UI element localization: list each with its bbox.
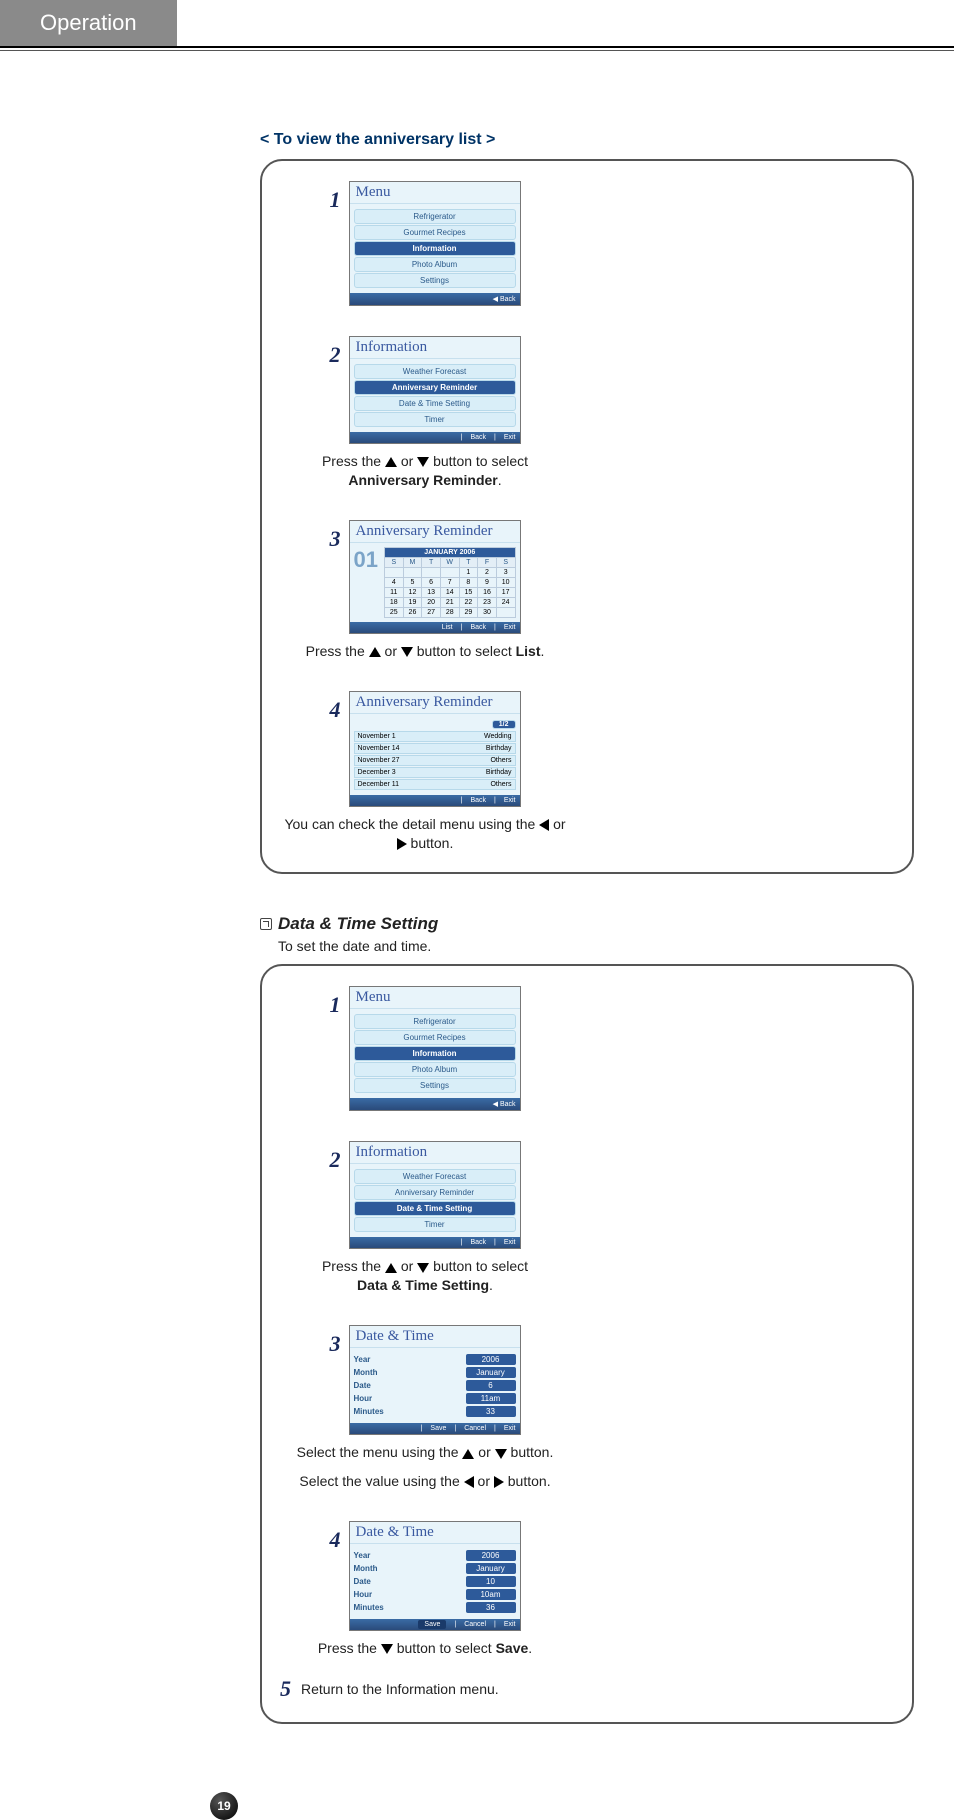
calendar-table: JANUARY 2006 SMTWTFS 123 45678910 111213… xyxy=(384,547,516,618)
section-bullet-icon xyxy=(260,918,272,930)
up-arrow-icon xyxy=(369,647,381,657)
step-number: 4 xyxy=(330,1527,341,1553)
step-number: 5 xyxy=(280,1676,291,1702)
screen-anniversary-list: Anniversary Reminder 1/2 November 1Weddi… xyxy=(349,691,521,807)
screen-title: Anniversary Reminder xyxy=(350,692,520,714)
screen-footer: List|Back|Exit xyxy=(350,622,520,633)
screen-title: Anniversary Reminder xyxy=(350,521,520,543)
screen-title: Information xyxy=(350,1142,520,1164)
page-number-badge: 19 xyxy=(210,1792,238,1820)
menu-item: Photo Album xyxy=(354,1062,516,1077)
screen-information: Information Weather Forecast Anniversary… xyxy=(349,336,521,444)
menu-item: Weather Forecast xyxy=(354,1169,516,1184)
right-arrow-icon xyxy=(494,1476,504,1488)
section2-desc: To set the date and time. xyxy=(278,938,914,954)
menu-item-highlighted: Information xyxy=(354,241,516,256)
menu-item: Gourmet Recipes xyxy=(354,1030,516,1045)
step-cell-2: 2 Information Weather Forecast Anniversa… xyxy=(280,1141,570,1295)
step-cell-1: 1 Menu Refrigerator Gourmet Recipes Info… xyxy=(280,181,570,306)
down-arrow-icon xyxy=(495,1449,507,1459)
menu-item-highlighted: Date & Time Setting xyxy=(354,1201,516,1216)
screen-footer: Save|Cancel|Exit xyxy=(350,1619,520,1630)
section2-heading: Data & Time Setting xyxy=(278,914,438,934)
screen-footer: |Back|Exit xyxy=(350,795,520,806)
screen-title: Menu xyxy=(350,987,520,1009)
screen-title: Date & Time xyxy=(350,1326,520,1348)
header-tab: Operation xyxy=(0,0,177,46)
step-caption: Press the button to select Save. xyxy=(318,1639,532,1658)
screen-footer: ◀ Back xyxy=(350,293,520,305)
menu-item: Timer xyxy=(354,412,516,427)
step-number: 3 xyxy=(330,1331,341,1357)
screen-footer: |Save|Cancel|Exit xyxy=(350,1423,520,1434)
step-number: 1 xyxy=(330,992,341,1018)
menu-item: Weather Forecast xyxy=(354,364,516,379)
step-number: 2 xyxy=(330,342,341,368)
menu-item: Gourmet Recipes xyxy=(354,225,516,240)
step-number: 4 xyxy=(330,697,341,723)
right-arrow-icon xyxy=(397,838,407,850)
screen-footer: |Back|Exit xyxy=(350,1237,520,1248)
screen-footer: |Back|Exit xyxy=(350,432,520,443)
step-number: 2 xyxy=(330,1147,341,1173)
screen-title: Menu xyxy=(350,182,520,204)
calendar-day-big: 01 xyxy=(354,547,382,618)
step-cell-3: 3 Anniversary Reminder 01 JANUARY 2006 S… xyxy=(280,520,570,661)
pager-badge: 1/2 xyxy=(492,720,516,729)
step-caption: Press the or button to select List. xyxy=(306,642,545,661)
menu-item-highlighted: Anniversary Reminder xyxy=(354,380,516,395)
up-arrow-icon xyxy=(385,1263,397,1273)
down-arrow-icon xyxy=(381,1644,393,1654)
section1-box: 1 Menu Refrigerator Gourmet Recipes Info… xyxy=(260,159,914,874)
screen-datetime: Date & Time Year2006 MonthJanuary Date6 … xyxy=(349,1325,521,1435)
step-caption: You can check the detail menu using the … xyxy=(280,815,570,853)
step-caption: Select the menu using the or button. xyxy=(297,1443,554,1462)
event-list: November 1Wedding November 14Birthday No… xyxy=(354,731,516,790)
menu-item: Anniversary Reminder xyxy=(354,1185,516,1200)
menu-item: Refrigerator xyxy=(354,209,516,224)
step-cell-5: 5 Return to the Information menu. xyxy=(280,1676,894,1702)
left-arrow-icon xyxy=(464,1476,474,1488)
step-cell-3: 3 Date & Time Year2006 MonthJanuary Date… xyxy=(280,1325,570,1491)
menu-item: Settings xyxy=(354,273,516,288)
step-number: 1 xyxy=(330,187,341,213)
up-arrow-icon xyxy=(385,457,397,467)
screen-datetime: Date & Time Year2006 MonthJanuary Date10… xyxy=(349,1521,521,1631)
step5-text: Return to the Information menu. xyxy=(301,1681,499,1697)
menu-item: Refrigerator xyxy=(354,1014,516,1029)
step-caption: Select the value using the or button. xyxy=(299,1472,550,1491)
header-spacer xyxy=(177,0,954,46)
screen-title: Information xyxy=(350,337,520,359)
calendar-month: JANUARY 2006 xyxy=(384,547,515,557)
left-arrow-icon xyxy=(539,819,549,831)
section2-heading-row: Data & Time Setting xyxy=(260,914,914,934)
menu-item-highlighted: Information xyxy=(354,1046,516,1061)
section2-box: 1 Menu Refrigerator Gourmet Recipes Info… xyxy=(260,964,914,1723)
up-arrow-icon xyxy=(462,1449,474,1459)
down-arrow-icon xyxy=(417,1263,429,1273)
screen-footer: ◀ Back xyxy=(350,1098,520,1110)
step-caption: Press the or button to select Data & Tim… xyxy=(322,1257,528,1295)
menu-item: Timer xyxy=(354,1217,516,1232)
step-number: 3 xyxy=(330,526,341,552)
down-arrow-icon xyxy=(401,647,413,657)
step-cell-4: 4 Anniversary Reminder 1/2 November 1Wed… xyxy=(280,691,570,853)
screen-menu: Menu Refrigerator Gourmet Recipes Inform… xyxy=(349,986,521,1111)
menu-item: Photo Album xyxy=(354,257,516,272)
menu-item: Date & Time Setting xyxy=(354,396,516,411)
down-arrow-icon xyxy=(417,457,429,467)
page-content: < To view the anniversary list > 1 Menu … xyxy=(0,51,954,1784)
page-header: Operation xyxy=(0,0,954,48)
screen-menu: Menu Refrigerator Gourmet Recipes Inform… xyxy=(349,181,521,306)
screen-information: Information Weather Forecast Anniversary… xyxy=(349,1141,521,1249)
section1-heading: < To view the anniversary list > xyxy=(260,131,914,149)
menu-item: Settings xyxy=(354,1078,516,1093)
screen-title: Date & Time xyxy=(350,1522,520,1544)
step-caption: Press the or button to select Anniversar… xyxy=(322,452,528,490)
step-cell-2: 2 Information Weather Forecast Anniversa… xyxy=(280,336,570,490)
step-cell-4: 4 Date & Time Year2006 MonthJanuary Date… xyxy=(280,1521,570,1658)
screen-calendar: Anniversary Reminder 01 JANUARY 2006 SMT… xyxy=(349,520,521,634)
step-cell-1: 1 Menu Refrigerator Gourmet Recipes Info… xyxy=(280,986,570,1111)
